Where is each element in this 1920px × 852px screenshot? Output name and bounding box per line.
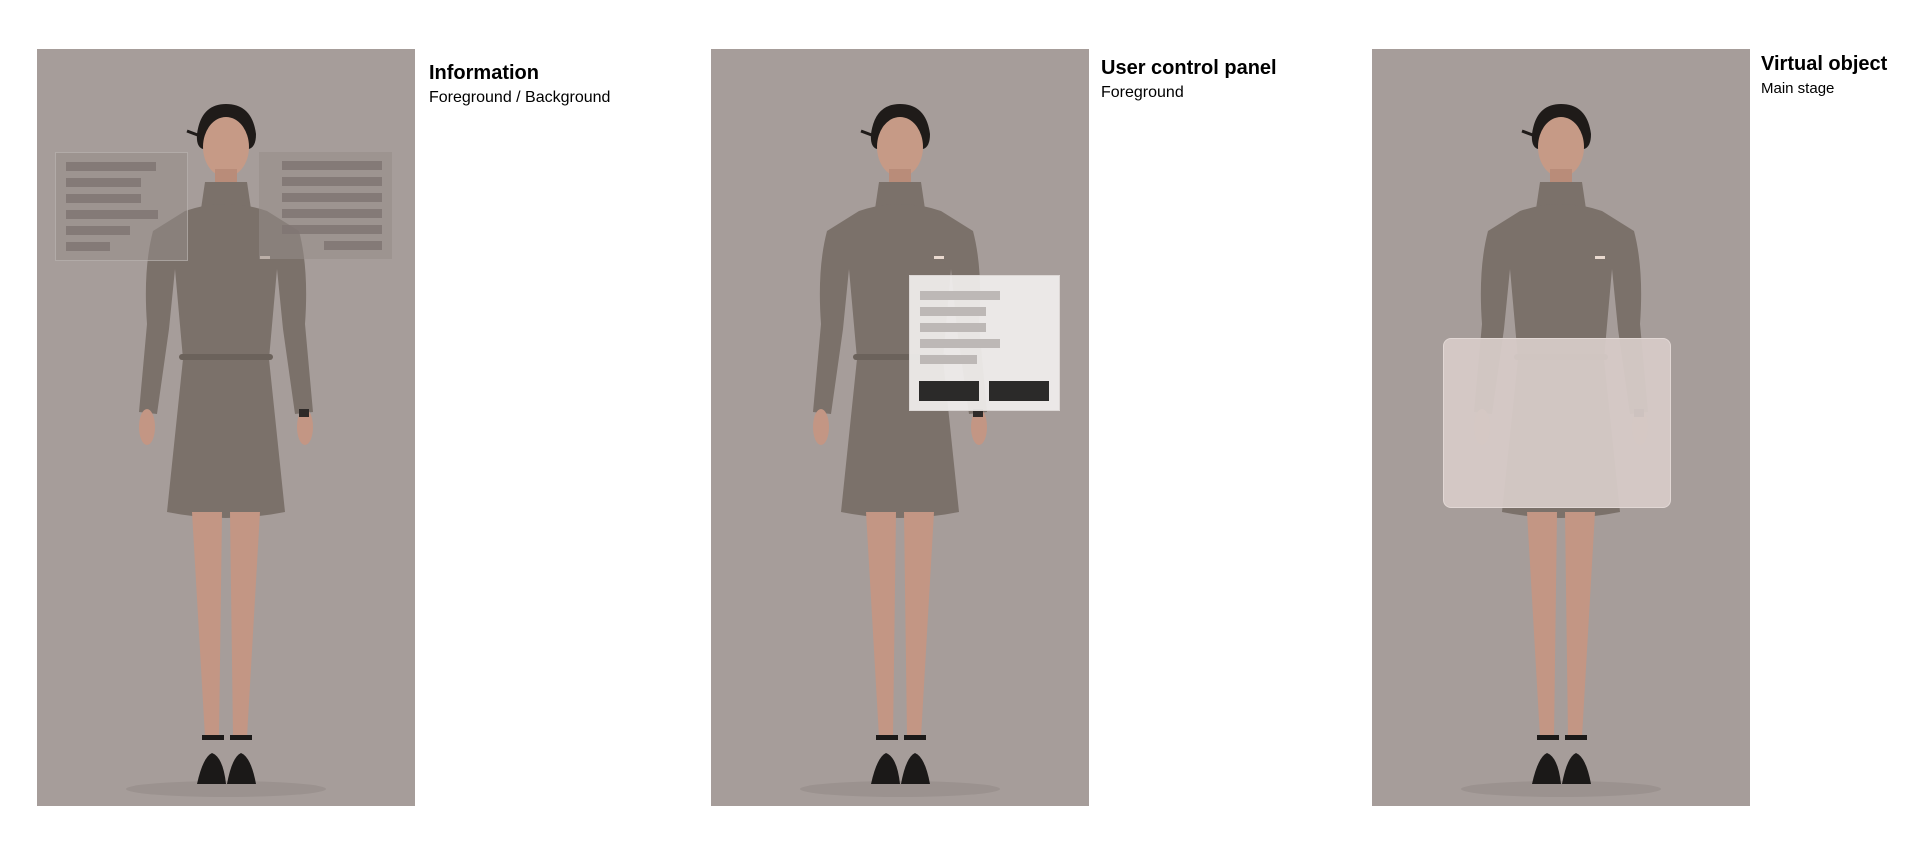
- caption-subtitle: Main stage: [1761, 80, 1835, 97]
- woman-figure-icon: [800, 104, 1000, 797]
- control-button-right[interactable]: [989, 381, 1049, 401]
- panel-information-scene: [37, 49, 415, 806]
- virtual-object-card: [1443, 338, 1671, 508]
- caption-virtual-object: Virtual object Main stage: [1761, 53, 1887, 97]
- caption-subtitle: Foreground: [1101, 84, 1184, 101]
- user-control-panel: [909, 275, 1060, 411]
- info-overlay-left: [55, 152, 188, 261]
- panel-virtual-object-scene: [1372, 49, 1750, 806]
- info-overlay-right: [259, 152, 392, 259]
- caption-user-control-panel: User control panel Foreground: [1101, 57, 1277, 102]
- caption-title: Virtual object: [1761, 53, 1888, 75]
- caption-subtitle: Foreground / Background: [429, 89, 611, 106]
- control-button-left[interactable]: [919, 381, 979, 401]
- caption-title: Information: [429, 62, 539, 84]
- caption-information: Information Foreground / Background: [429, 62, 610, 107]
- caption-title: User control panel: [1101, 57, 1277, 79]
- panel-user-control-scene: [711, 49, 1089, 806]
